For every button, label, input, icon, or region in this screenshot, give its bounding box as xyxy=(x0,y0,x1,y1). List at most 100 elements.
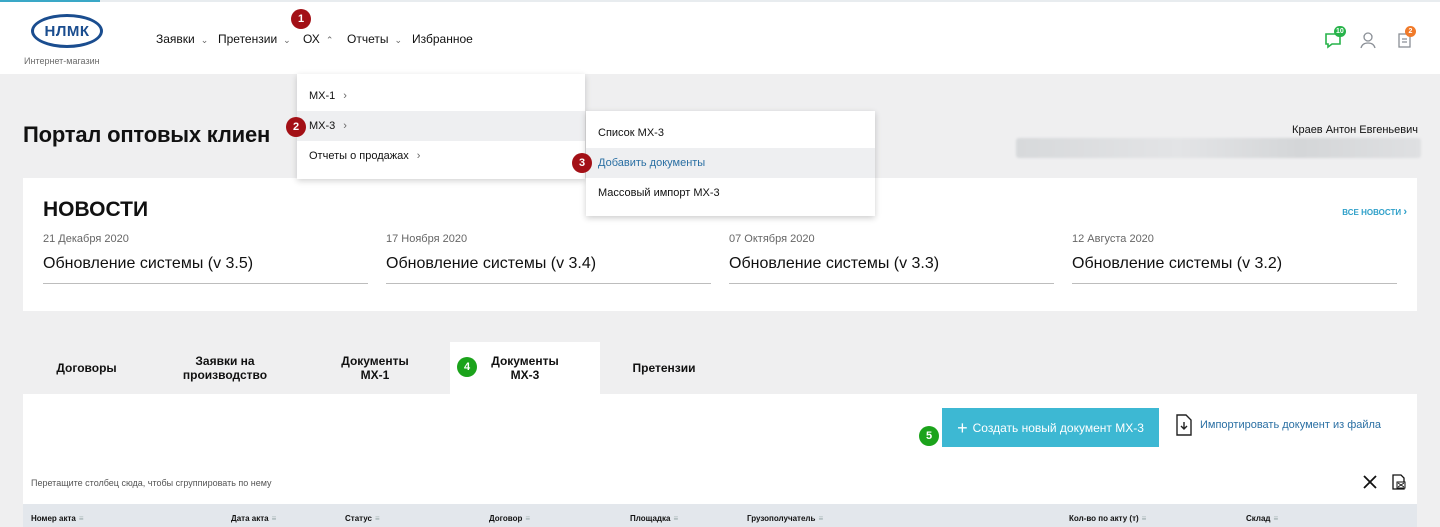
cart-icon[interactable]: 2 xyxy=(1395,26,1416,50)
all-news-link[interactable]: ВСЕ НОВОСТИ › xyxy=(1342,206,1407,218)
step-marker: 5 xyxy=(919,426,939,446)
filter-icon[interactable]: ≡ xyxy=(79,514,84,523)
chevron-right-icon: › xyxy=(1403,206,1407,218)
step-marker: 2 xyxy=(286,117,306,137)
filter-icon[interactable]: ≡ xyxy=(375,514,380,523)
tab-documents-mx1-label: Документы МХ-1 xyxy=(341,354,409,382)
filter-icon[interactable]: ≡ xyxy=(1274,514,1279,523)
user-name: Краев Антон Евгеньевич xyxy=(1292,124,1418,136)
logo-subtitle: Интернет-магазин xyxy=(24,56,100,66)
menu-item-mx3[interactable]: МХ-3 › xyxy=(297,111,585,141)
chevron-right-icon: › xyxy=(343,90,347,102)
page-title: Портал оптовых клиен xyxy=(23,122,271,147)
tab-production-requests-label: Заявки на производство xyxy=(182,354,268,382)
chevron-down-icon: ⌄ xyxy=(394,35,403,45)
news-item: 21 Декабря 2020 Обновление системы (v 3.… xyxy=(43,233,368,284)
all-news-label: ВСЕ НОВОСТИ xyxy=(1342,208,1402,217)
nav-claims-label: Претензии xyxy=(218,32,278,46)
nav-reports[interactable]: Отчеты ⌄ xyxy=(347,32,402,46)
filter-icon[interactable]: ≡ xyxy=(818,514,823,523)
news-title: НОВОСТИ xyxy=(43,198,149,221)
chevron-down-icon: ⌄ xyxy=(200,35,209,45)
tab-contracts[interactable]: Договоры xyxy=(23,342,150,394)
chat-icon[interactable]: 10 xyxy=(1323,26,1346,50)
filter-icon[interactable]: ≡ xyxy=(1142,514,1147,523)
nav-oh[interactable]: ОХ ⌃ xyxy=(303,32,333,46)
export-excel-button[interactable] xyxy=(1391,474,1407,490)
clear-filters-button[interactable] xyxy=(1362,474,1378,490)
create-document-button[interactable]: + Создать новый документ МХ-3 xyxy=(942,408,1159,447)
submenu-item-add-documents-label: Добавить документы xyxy=(598,157,706,169)
column-header[interactable]: Грузополучатель ≡ xyxy=(747,514,823,523)
column-header[interactable]: Площадка ≡ xyxy=(630,514,678,523)
chevron-down-icon: ⌄ xyxy=(283,35,291,45)
nav-favorites[interactable]: Избранное xyxy=(412,32,473,46)
menu-item-sales-reports-label: Отчеты о продажах xyxy=(309,150,409,162)
step-marker: 3 xyxy=(572,153,592,173)
news-item: 12 Августа 2020 Обновление системы (v 3.… xyxy=(1072,233,1397,284)
column-header-label: Статус xyxy=(345,514,372,523)
user-info-blurred xyxy=(1016,138,1421,158)
submenu-item-add-documents[interactable]: Добавить документы xyxy=(586,148,875,178)
column-header-label: Номер акта xyxy=(31,514,76,523)
chat-badge: 10 xyxy=(1334,26,1346,37)
filter-icon[interactable]: ≡ xyxy=(525,514,530,523)
create-document-label: Создать новый документ МХ-3 xyxy=(972,420,1144,435)
news-date: 21 Декабря 2020 xyxy=(43,233,129,245)
news-date: 12 Августа 2020 xyxy=(1072,233,1154,245)
submenu-item-mass-import[interactable]: Массовый импорт МХ-3 xyxy=(586,178,875,208)
tab-claims[interactable]: Претензии xyxy=(600,342,728,394)
step-marker: 1 xyxy=(291,9,311,29)
column-header-label: Склад xyxy=(1246,514,1271,523)
column-header-label: Площадка xyxy=(630,514,671,523)
plus-icon: + xyxy=(957,417,968,438)
submenu-item-mass-import-label: Массовый импорт МХ-3 xyxy=(598,187,720,199)
tab-claims-label: Претензии xyxy=(632,361,696,375)
news-headline[interactable]: Обновление системы (v 3.4) xyxy=(386,255,711,284)
chevron-right-icon: › xyxy=(343,120,347,132)
column-header[interactable]: Дата акта ≡ xyxy=(231,514,276,523)
nav-reports-label: Отчеты xyxy=(347,32,389,46)
column-header[interactable]: Договор ≡ xyxy=(489,514,530,523)
mx3-submenu: Список МХ-3 Добавить документы Массовый … xyxy=(586,111,875,216)
file-import-icon xyxy=(1176,414,1192,436)
tab-production-requests[interactable]: Заявки на производство xyxy=(170,342,280,394)
column-header[interactable]: Склад ≡ xyxy=(1246,514,1278,523)
column-header[interactable]: Кол-во по акту (т) ≡ xyxy=(1069,514,1146,523)
chevron-up-icon: ⌃ xyxy=(325,35,334,45)
news-item: 07 Октября 2020 Обновление системы (v 3.… xyxy=(729,233,1054,284)
menu-item-mx3-label: МХ-3 xyxy=(309,120,336,132)
nav-oh-label: ОХ xyxy=(303,32,320,46)
filter-icon[interactable]: ≡ xyxy=(272,514,277,523)
news-headline[interactable]: Обновление системы (v 3.3) xyxy=(729,255,1054,284)
filter-icon[interactable]: ≡ xyxy=(673,514,678,523)
news-item: 17 Ноября 2020 Обновление системы (v 3.4… xyxy=(386,233,711,284)
submenu-item-mx3-list-label: Список МХ-3 xyxy=(598,127,664,139)
column-header-label: Грузополучатель xyxy=(747,514,816,523)
group-by-hint: Перетащите столбец сюда, чтобы сгруппиро… xyxy=(31,478,272,488)
menu-item-mx1[interactable]: МХ-1 › xyxy=(297,81,585,111)
column-header[interactable]: Номер акта ≡ xyxy=(31,514,84,523)
column-header-label: Дата акта xyxy=(231,514,269,523)
tab-documents-mx3-label: Документы МХ-3 xyxy=(491,354,559,382)
news-headline[interactable]: Обновление системы (v 3.5) xyxy=(43,255,368,284)
column-header[interactable]: Статус ≡ xyxy=(345,514,380,523)
chevron-right-icon: › xyxy=(416,150,421,162)
news-date: 17 Ноября 2020 xyxy=(386,233,468,245)
nav-claims[interactable]: Претензии ⌄ xyxy=(218,32,291,46)
tab-documents-mx1[interactable]: Документы МХ-1 xyxy=(300,342,450,394)
user-icon[interactable] xyxy=(1358,30,1378,50)
import-document-link[interactable]: Импортировать документ из файла xyxy=(1175,414,1381,436)
cart-badge: 2 xyxy=(1405,26,1416,37)
nav-favorites-label: Избранное xyxy=(412,32,473,46)
news-headline[interactable]: Обновление системы (v 3.2) xyxy=(1072,255,1397,284)
logo-text: НЛМК xyxy=(44,23,90,40)
menu-item-sales-reports[interactable]: Отчеты о продажах › xyxy=(297,141,585,171)
nlmk-logo[interactable]: НЛМК xyxy=(28,12,106,52)
excel-export-icon xyxy=(1392,474,1406,490)
column-header-label: Кол-во по акту (т) xyxy=(1069,514,1139,523)
menu-item-mx1-label: МХ-1 xyxy=(309,90,336,102)
nav-requests[interactable]: Заявки ⌄ xyxy=(156,32,208,46)
top-header: НЛМК Интернет-магазин Заявки ⌄ Претензии ⌄… xyxy=(0,0,1440,74)
submenu-item-mx3-list[interactable]: Список МХ-3 xyxy=(586,118,875,148)
